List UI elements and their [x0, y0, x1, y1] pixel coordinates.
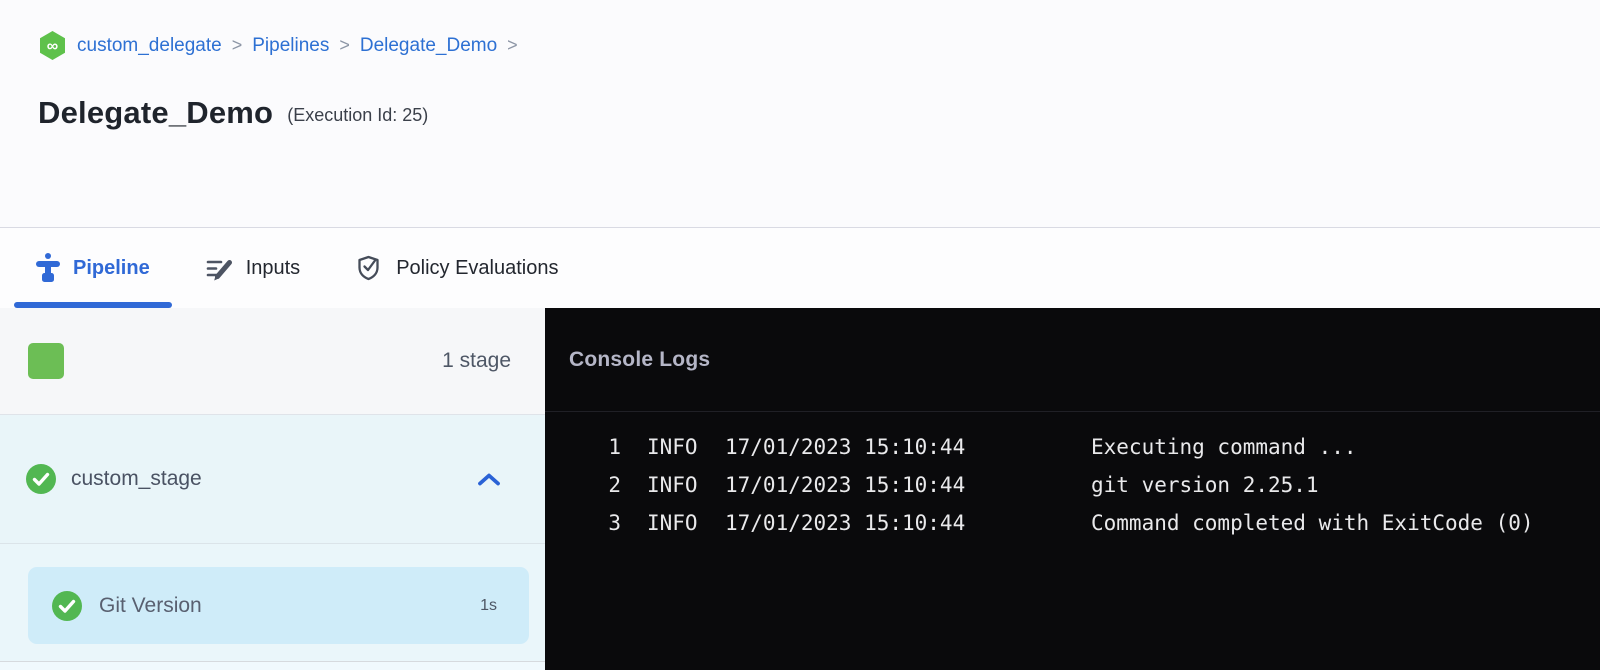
- pipeline-icon: [36, 253, 60, 283]
- log-line: 3 INFO 17/01/2023 15:10:44 Command compl…: [545, 504, 1600, 542]
- page-header: ∞ custom_delegate > Pipelines > Delegate…: [0, 0, 1600, 228]
- success-check-icon: [52, 591, 82, 621]
- project-hexagon-infinity-icon: ∞: [38, 30, 67, 61]
- inputs-edit-icon: [206, 255, 233, 282]
- execution-id-label: (Execution Id: 25): [287, 101, 428, 126]
- console-log-list[interactable]: 1 INFO 17/01/2023 15:10:44 Executing com…: [545, 412, 1600, 670]
- log-line-number: 1: [601, 435, 621, 459]
- stage-name: custom_stage: [71, 467, 202, 491]
- success-check-icon: [26, 464, 56, 494]
- chevron-up-icon[interactable]: [477, 472, 501, 487]
- breadcrumb-separator: >: [339, 35, 350, 56]
- breadcrumb: ∞ custom_delegate > Pipelines > Delegate…: [0, 0, 1600, 61]
- breadcrumb-separator: >: [232, 35, 243, 56]
- log-line: 1 INFO 17/01/2023 15:10:44 Executing com…: [545, 428, 1600, 466]
- stage-row-custom-stage[interactable]: custom_stage: [0, 415, 545, 544]
- stage-panel-header: 1 stage: [0, 308, 545, 415]
- log-message: Command completed with ExitCode (0): [1091, 511, 1600, 535]
- breadcrumb-link[interactable]: Delegate_Demo: [360, 35, 497, 57]
- log-message: git version 2.25.1: [1091, 473, 1600, 497]
- log-level: INFO: [647, 511, 699, 535]
- page-title: Delegate_Demo: [38, 95, 273, 131]
- steps-list: Git Version 1s: [0, 544, 545, 661]
- log-level: INFO: [647, 435, 699, 459]
- log-line-number: 2: [601, 473, 621, 497]
- breadcrumb-link[interactable]: custom_delegate: [77, 35, 222, 57]
- step-name: Git Version: [99, 594, 202, 618]
- tab-policy-evaluations-label: Policy Evaluations: [396, 257, 558, 280]
- step-duration: 1s: [480, 597, 497, 615]
- tab-inputs[interactable]: Inputs: [184, 228, 322, 308]
- tab-pipeline[interactable]: Pipeline: [14, 228, 172, 308]
- log-message: Executing command ...: [1091, 435, 1600, 459]
- tab-inputs-label: Inputs: [246, 257, 300, 280]
- breadcrumb-items: custom_delegate > Pipelines > Delegate_D…: [77, 35, 518, 57]
- log-timestamp: 17/01/2023 15:10:44: [725, 511, 1065, 535]
- console-panel: Console Logs 1 INFO 17/01/2023 15:10:44 …: [545, 308, 1600, 670]
- log-line-number: 3: [601, 511, 621, 535]
- log-line: 2 INFO 17/01/2023 15:10:44 git version 2…: [545, 466, 1600, 504]
- stage-count-label: 1 stage: [442, 349, 511, 373]
- step-row[interactable]: Git Version 1s: [28, 567, 529, 644]
- shield-check-icon: [356, 254, 383, 283]
- tab-bar: Pipeline Inputs Policy Evaluations: [0, 228, 1600, 308]
- log-level: INFO: [647, 473, 699, 497]
- breadcrumb-link[interactable]: Pipelines: [252, 35, 329, 57]
- log-timestamp: 17/01/2023 15:10:44: [725, 435, 1065, 459]
- stage-status-square: [28, 343, 64, 379]
- log-timestamp: 17/01/2023 15:10:44: [725, 473, 1065, 497]
- console-header: Console Logs: [545, 308, 1600, 412]
- svg-text:∞: ∞: [47, 38, 58, 55]
- tab-policy-evaluations[interactable]: Policy Evaluations: [334, 228, 580, 308]
- stage-panel-bottom-edge: [0, 661, 545, 670]
- breadcrumb-separator: >: [507, 35, 518, 56]
- console-title: Console Logs: [569, 348, 710, 372]
- tab-pipeline-label: Pipeline: [73, 257, 150, 280]
- stage-panel: 1 stage custom_stage: [0, 308, 545, 670]
